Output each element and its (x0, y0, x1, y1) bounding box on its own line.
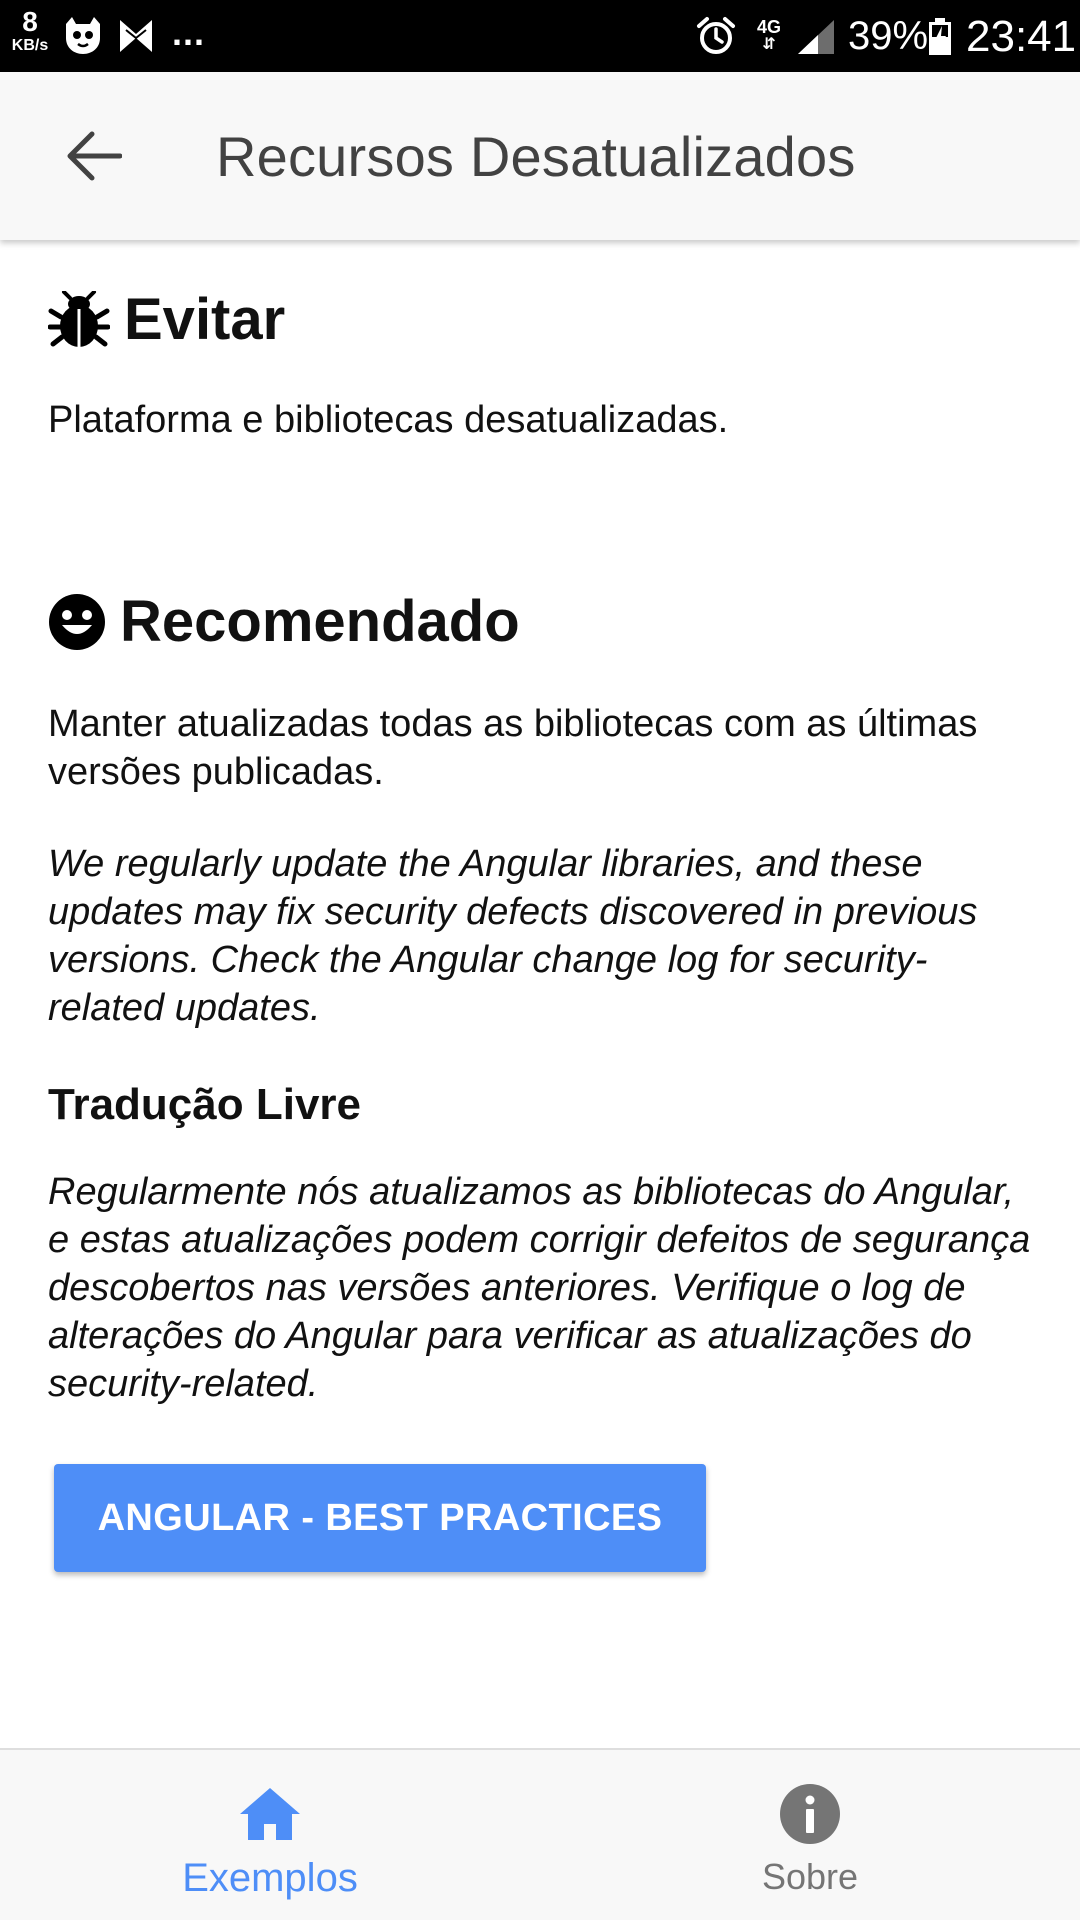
recommended-section-header: Recomendado (48, 588, 520, 655)
tab-exemplos-label: Exemplos (182, 1856, 358, 1900)
battery-charging-icon (929, 18, 951, 55)
avoid-heading: Evitar (124, 287, 286, 352)
network-type: 4G (756, 17, 781, 37)
clock: 23:41 (966, 12, 1077, 61)
net-speed-indicator: 8 KB/s (8, 8, 52, 54)
more-notifications: ... (172, 12, 206, 53)
app-bar: Recursos Desatualizados (0, 72, 1080, 240)
bottom-tab-bar: Exemplos Sobre (0, 1748, 1080, 1920)
battery-percent: 39% (848, 14, 929, 58)
translation-text: Regularmente nós atualizamos as bibliote… (48, 1171, 1031, 1405)
network-activity-arrows: ⇵ (762, 36, 776, 53)
tab-sobre[interactable]: Sobre (540, 1750, 1080, 1920)
net-speed-value: 8 (22, 6, 38, 37)
back-button[interactable] (52, 120, 140, 192)
status-bar: 8 KB/s ... 4G ⇵ 39% 23:41 (0, 0, 1080, 72)
recommended-text: Manter atualizadas todas as bibliotecas … (48, 703, 978, 793)
screen: 8 KB/s ... 4G ⇵ 39% 23:41 Recursos Desat… (0, 0, 1080, 1920)
info-icon (780, 1784, 840, 1844)
smiley-icon (49, 593, 105, 650)
avoid-section-header: Evitar (48, 286, 285, 353)
tab-sobre-label: Sobre (761, 1856, 859, 1897)
page-title: Recursos Desatualizados (216, 125, 856, 188)
recommended-heading: Recomendado (120, 589, 520, 654)
arrow-left-icon (67, 131, 122, 181)
bug-icon (48, 290, 110, 347)
tab-exemplos[interactable]: Exemplos (0, 1750, 540, 1920)
ghost-app-icon (66, 17, 100, 54)
recommended-quote-english: We regularly update the Angular librarie… (48, 843, 978, 1029)
network-type-indicator: 4G ⇵ (754, 18, 784, 53)
avoid-text: Plataforma e bibliotecas desatualizadas. (48, 399, 729, 441)
home-icon (240, 1788, 300, 1840)
m-app-icon (120, 20, 152, 52)
alarm-icon (697, 17, 735, 54)
net-speed-unit: KB/s (11, 37, 49, 54)
translation-heading: Tradução Livre (48, 1080, 362, 1129)
signal-icon (798, 20, 834, 54)
angular-best-practices-button[interactable]: ANGULAR - BEST PRACTICES (54, 1464, 706, 1572)
